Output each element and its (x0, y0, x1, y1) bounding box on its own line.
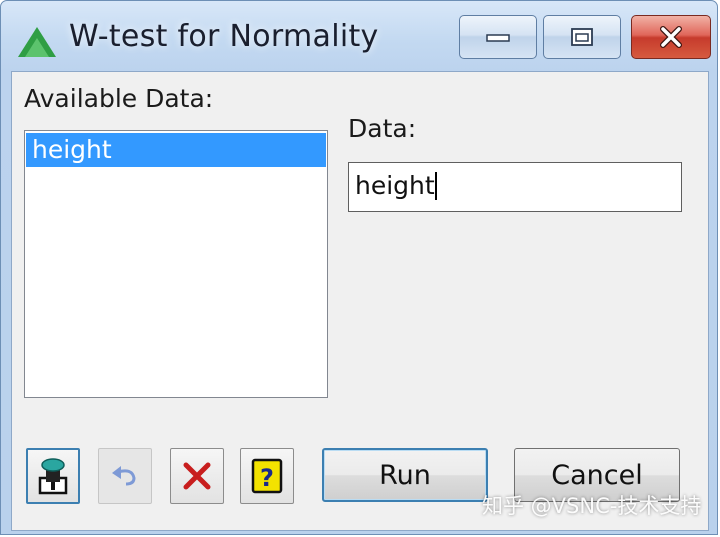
maximize-icon (571, 28, 593, 46)
dialog-window: W-test for Normality Available Data: hei… (0, 0, 718, 535)
undo-button[interactable] (98, 448, 152, 504)
list-item[interactable]: height (26, 133, 326, 167)
available-data-list[interactable]: height (24, 130, 328, 398)
maximize-button[interactable] (543, 15, 621, 59)
minimize-icon (486, 34, 510, 42)
window-title: W-test for Normality (69, 19, 379, 54)
dialog-body: Available Data: height Data: height ? Ru… (11, 71, 709, 531)
close-icon (660, 26, 682, 48)
help-button[interactable]: ? (240, 448, 294, 504)
clear-icon (183, 462, 211, 490)
available-data-label: Available Data: (24, 84, 214, 113)
app-icon (18, 27, 56, 57)
watermark: 知乎 @VSNC-技术支持 (482, 494, 702, 518)
title-bar[interactable]: W-test for Normality (1, 1, 717, 73)
data-input[interactable]: height (348, 162, 682, 212)
text-caret (434, 172, 437, 200)
data-label: Data: (348, 114, 417, 143)
close-button[interactable] (631, 15, 711, 59)
help-icon: ? (251, 458, 283, 494)
help-glyph: ? (260, 464, 274, 492)
clear-button[interactable] (170, 448, 224, 504)
pin-icon (38, 458, 68, 495)
minimize-button[interactable] (459, 15, 537, 59)
undo-icon (112, 466, 136, 486)
data-input-value: height (355, 171, 435, 200)
run-button[interactable]: Run (322, 448, 488, 502)
pin-button[interactable] (26, 448, 80, 504)
